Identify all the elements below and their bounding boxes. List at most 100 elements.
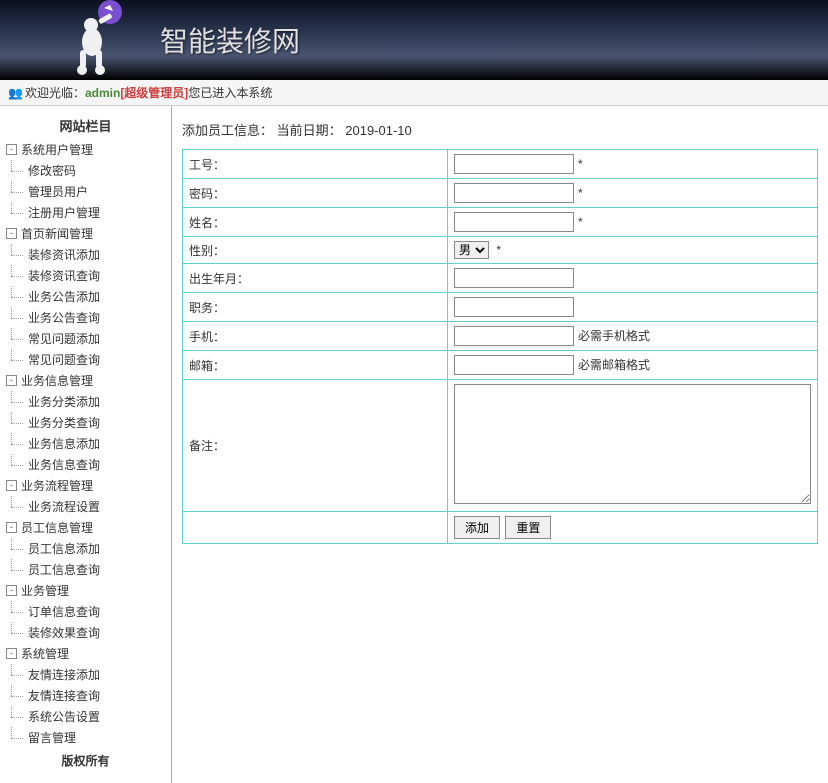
name-input[interactable] [454,212,574,232]
tree-item[interactable]: 业务公告添加 [2,286,169,307]
tree-item[interactable]: 管理员用户 [2,181,169,202]
label-birth: 出生年月： [183,264,448,293]
tree-item-label: 业务信息添加 [28,435,100,452]
reset-button[interactable]: 重置 [505,516,551,539]
tree-item-label: 业务流程设置 [28,498,100,515]
tree-item[interactable]: 业务流程设置 [2,496,169,517]
required-mark: * [578,215,583,229]
minus-icon[interactable]: - [6,480,17,491]
tree-item[interactable]: 友情连接添加 [2,664,169,685]
tree-item-label: 常见问题查询 [28,351,100,368]
tree-group[interactable]: -业务流程管理 [2,475,169,496]
tree-item[interactable]: 业务公告查询 [2,307,169,328]
birth-input[interactable] [454,268,574,288]
tree-group-label: 系统管理 [21,645,69,662]
tree-item[interactable]: 装修效果查询 [2,622,169,643]
tree-group[interactable]: -系统管理 [2,643,169,664]
tree-group-label: 首页新闻管理 [21,225,93,242]
minus-icon[interactable]: - [6,522,17,533]
welcome-prefix: 欢迎光临： [25,84,85,101]
tree-item[interactable]: 留言管理 [2,727,169,748]
tree-group[interactable]: -员工信息管理 [2,517,169,538]
welcome-bar: 👥 欢迎光临： admin [超级管理员] 您已进入本系统 [0,80,828,106]
tree-group-label: 业务管理 [21,582,69,599]
tree-item[interactable]: 友情连接查询 [2,685,169,706]
remark-textarea[interactable] [454,384,811,504]
tree-group[interactable]: -业务信息管理 [2,370,169,391]
welcome-suffix: 您已进入本系统 [188,84,272,101]
tree-item-label: 注册用户管理 [28,204,100,221]
sidebar-footer: 版权所有 [2,748,169,773]
employee-form: 工号： * 密码： * 姓名： * 性别： 男 * [182,149,818,544]
tree-item-label: 管理员用户 [28,183,88,200]
tree-item[interactable]: 员工信息添加 [2,538,169,559]
label-email: 邮箱： [183,351,448,380]
tree-group[interactable]: -系统用户管理 [2,139,169,160]
tree-item[interactable]: 员工信息查询 [2,559,169,580]
tree-item-label: 员工信息添加 [28,540,100,557]
tree-item[interactable]: 装修资讯添加 [2,244,169,265]
site-title: 智能装修网 [160,20,300,60]
tree-group-label: 系统用户管理 [21,141,93,158]
tree-item[interactable]: 注册用户管理 [2,202,169,223]
tree-item[interactable]: 业务信息添加 [2,433,169,454]
password-input[interactable] [454,183,574,203]
sidebar: 网站栏目 -系统用户管理修改密码管理员用户注册用户管理-首页新闻管理装修资讯添加… [0,106,172,783]
position-input[interactable] [454,297,574,317]
tree-item[interactable]: 修改密码 [2,160,169,181]
tree-item[interactable]: 系统公告设置 [2,706,169,727]
tree-item-label: 装修效果查询 [28,624,100,641]
tree-item-label: 友情连接查询 [28,687,100,704]
tree-item-label: 留言管理 [28,729,76,746]
label-position: 职务： [183,293,448,322]
page-heading: 添加员工信息： 当前日期： 2019-01-10 [182,120,818,139]
sidebar-title: 网站栏目 [2,112,169,139]
logo-figure-icon [70,0,130,75]
tree-item[interactable]: 装修资讯查询 [2,265,169,286]
tree-item[interactable]: 业务分类查询 [2,412,169,433]
emp-no-input[interactable] [454,154,574,174]
tree-group-label: 业务信息管理 [21,372,93,389]
email-input[interactable] [454,355,574,375]
tree-item-label: 装修资讯添加 [28,246,100,263]
welcome-username: admin [85,86,120,100]
tree-item-label: 员工信息查询 [28,561,100,578]
submit-button[interactable]: 添加 [454,516,500,539]
tree-item-label: 常见问题添加 [28,330,100,347]
label-remark: 备注： [183,380,448,512]
label-name: 姓名： [183,208,448,237]
minus-icon[interactable]: - [6,228,17,239]
welcome-role: [超级管理员] [120,84,188,101]
phone-hint: 必需手机格式 [578,329,650,343]
tree-item-label: 订单信息查询 [28,603,100,620]
tree-item[interactable]: 常见问题查询 [2,349,169,370]
minus-icon[interactable]: - [6,648,17,659]
tree-item-label: 系统公告设置 [28,708,100,725]
tree-group-label: 员工信息管理 [21,519,93,536]
required-mark: * [578,186,583,200]
tree-item-label: 业务公告添加 [28,288,100,305]
tree-item-label: 修改密码 [28,162,76,179]
label-password: 密码： [183,179,448,208]
tree-item[interactable]: 常见问题添加 [2,328,169,349]
minus-icon[interactable]: - [6,144,17,155]
tree-item-label: 友情连接添加 [28,666,100,683]
tree-item-label: 业务分类查询 [28,414,100,431]
minus-icon[interactable]: - [6,375,17,386]
phone-input[interactable] [454,326,574,346]
tree-group[interactable]: -业务管理 [2,580,169,601]
tree-item[interactable]: 业务分类添加 [2,391,169,412]
tree-group[interactable]: -首页新闻管理 [2,223,169,244]
label-gender: 性别： [183,237,448,264]
tree-item-label: 业务公告查询 [28,309,100,326]
current-date: 2019-01-10 [345,123,412,138]
tree-item[interactable]: 业务信息查询 [2,454,169,475]
tree-item-label: 业务信息查询 [28,456,100,473]
gender-select[interactable]: 男 [454,241,489,259]
tree-item-label: 业务分类添加 [28,393,100,410]
label-emp-no: 工号： [183,150,448,179]
required-mark: * [496,243,501,257]
tree-item[interactable]: 订单信息查询 [2,601,169,622]
label-phone: 手机： [183,322,448,351]
minus-icon[interactable]: - [6,585,17,596]
